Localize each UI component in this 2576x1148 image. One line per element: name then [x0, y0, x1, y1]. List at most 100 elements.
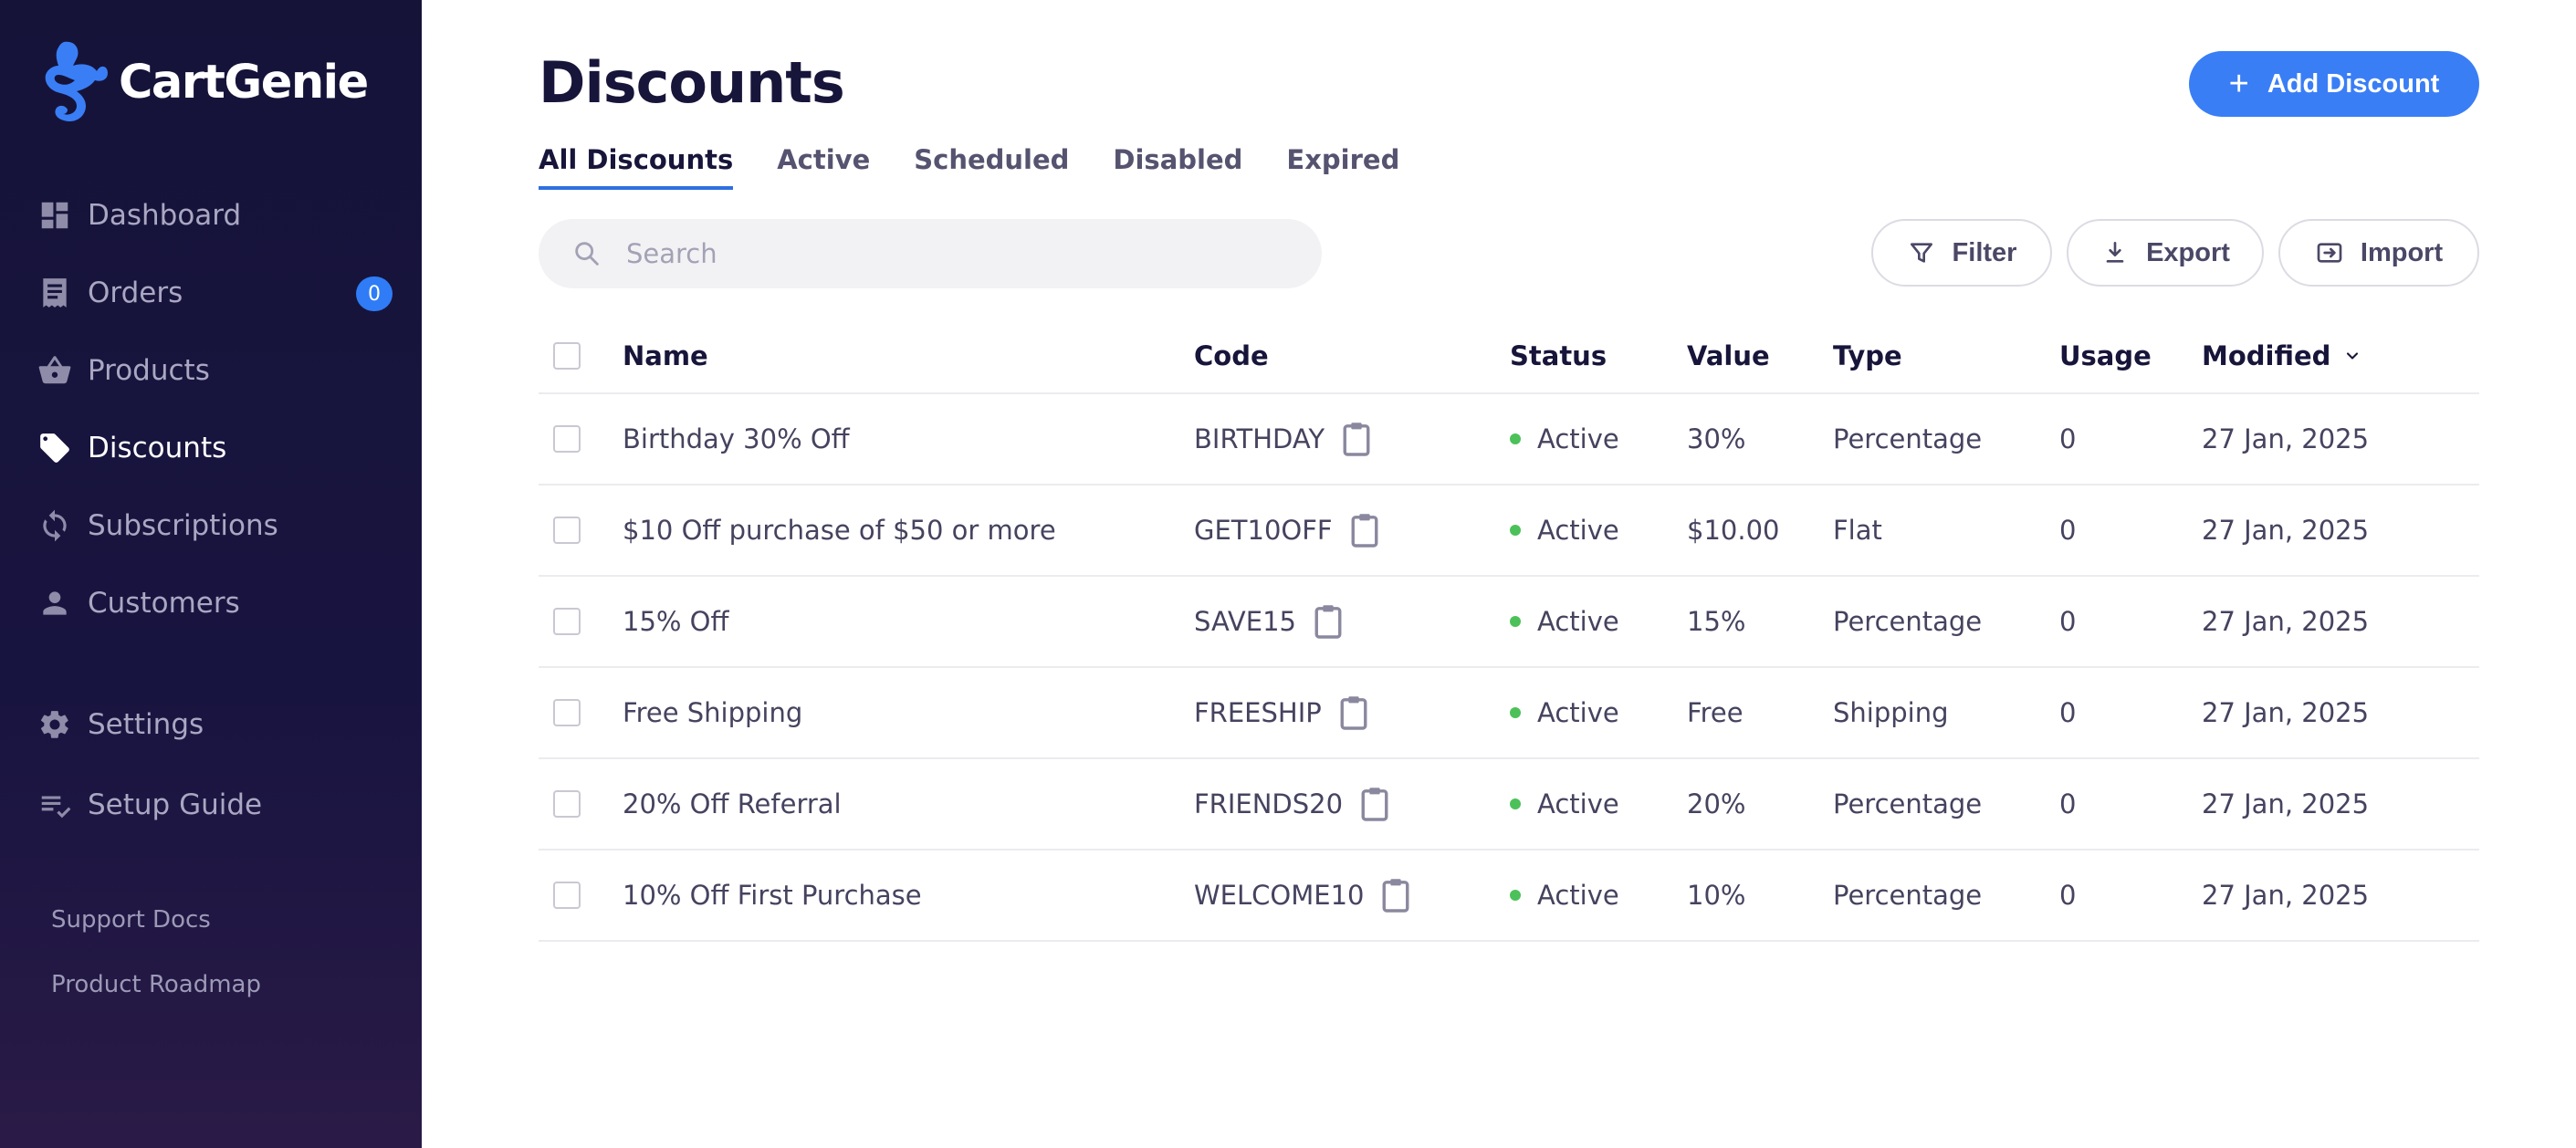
tab-active[interactable]: Active	[777, 144, 870, 190]
row-checkbox[interactable]	[553, 425, 581, 453]
discount-type: Percentage	[1833, 880, 1983, 911]
status-cell: Active	[1510, 394, 1619, 484]
search-input[interactable]	[626, 238, 1265, 269]
table-row[interactable]: 10% Off First Purchase WELCOME10 Active …	[539, 851, 2479, 942]
column-header-code[interactable]: Code	[1194, 319, 1269, 392]
discount-code: WELCOME10	[1194, 880, 1365, 911]
support-docs-link[interactable]: Support Docs	[51, 906, 211, 934]
table-row[interactable]: $10 Off purchase of $50 or more GET10OFF…	[539, 485, 2479, 577]
export-button[interactable]: Export	[2067, 219, 2264, 287]
column-header-usage[interactable]: Usage	[2059, 319, 2152, 392]
row-checkbox[interactable]	[553, 517, 581, 544]
discount-usage: 0	[2059, 788, 2077, 819]
discount-code: FRIENDS20	[1194, 788, 1344, 819]
logo[interactable]: CartGenie	[40, 38, 369, 126]
status-text: Active	[1537, 697, 1619, 728]
discount-type: Shipping	[1833, 697, 1949, 728]
discount-name[interactable]: 20% Off Referral	[623, 759, 842, 849]
sidebar-item-setup-guide[interactable]: Setup Guide	[37, 778, 402, 832]
sidebar-item-orders[interactable]: Orders 0	[37, 266, 402, 320]
tag-icon	[37, 430, 73, 466]
discount-code: BIRTHDAY	[1194, 423, 1325, 454]
table-row[interactable]: 15% Off SAVE15 Active 15% Percentage 0 2…	[539, 577, 2479, 668]
sidebar-item-subscriptions[interactable]: Subscriptions	[37, 498, 402, 553]
discount-modified: 27 Jan, 2025	[2202, 515, 2370, 546]
column-header-type[interactable]: Type	[1833, 319, 1902, 392]
status-cell: Active	[1510, 485, 1619, 575]
discount-name[interactable]: 10% Off First Purchase	[623, 851, 922, 940]
row-checkbox[interactable]	[553, 699, 581, 726]
discount-usage: 0	[2059, 697, 2077, 728]
page-title: Discounts	[539, 49, 845, 116]
sidebar-item-customers[interactable]: Customers	[37, 576, 402, 631]
discount-value: $10.00	[1687, 515, 1780, 546]
filter-button[interactable]: Filter	[1871, 219, 2052, 287]
discounts-table: Name Code Status Value Type Usage Modifi…	[539, 319, 2479, 942]
discount-usage: 0	[2059, 606, 2077, 637]
genie-logo-icon	[45, 41, 108, 122]
status-dot-icon	[1510, 433, 1521, 444]
plus-icon: +	[2228, 65, 2249, 103]
discount-code-cell: GET10OFF	[1194, 485, 1380, 575]
discount-usage: 0	[2059, 423, 2077, 454]
status-cell: Active	[1510, 668, 1619, 757]
sidebar-item-products[interactable]: Products	[37, 343, 402, 398]
tab-disabled[interactable]: Disabled	[1113, 144, 1242, 190]
discount-code-cell: SAVE15	[1194, 577, 1344, 666]
tab-all-discounts[interactable]: All Discounts	[539, 144, 734, 190]
discount-type: Percentage	[1833, 788, 1983, 819]
table-row[interactable]: Free Shipping FREESHIP Active Free Shipp…	[539, 668, 2479, 759]
status-text: Active	[1537, 423, 1619, 454]
discount-code-cell: FREESHIP	[1194, 668, 1369, 757]
discount-usage: 0	[2059, 515, 2077, 546]
checklist-icon	[37, 787, 73, 823]
tab-expired[interactable]: Expired	[1286, 144, 1399, 190]
import-icon	[2317, 243, 2342, 263]
discount-modified: 27 Jan, 2025	[2202, 423, 2370, 454]
column-header-value[interactable]: Value	[1687, 319, 1770, 392]
status-cell: Active	[1510, 759, 1619, 849]
discount-type: Percentage	[1833, 423, 1983, 454]
table-row[interactable]: 20% Off Referral FRIENDS20 Active 20% Pe…	[539, 759, 2479, 851]
copy-clipboard-icon[interactable]	[1359, 786, 1390, 822]
row-checkbox[interactable]	[553, 790, 581, 818]
discount-value: 10%	[1687, 880, 1746, 911]
discount-value: 20%	[1687, 788, 1746, 819]
discount-value: 15%	[1687, 606, 1746, 637]
sidebar-item-label: Products	[88, 354, 210, 387]
column-header-modified[interactable]: Modified	[2202, 319, 2361, 392]
column-header-status[interactable]: Status	[1510, 319, 1607, 392]
discount-name[interactable]: Birthday 30% Off	[623, 394, 850, 484]
row-checkbox[interactable]	[553, 608, 581, 635]
import-button[interactable]: Import	[2278, 219, 2479, 287]
chevron-down-icon	[2347, 352, 2359, 360]
discount-name[interactable]: 15% Off	[623, 577, 728, 666]
discount-name[interactable]: $10 Off purchase of $50 or more	[623, 485, 1056, 575]
copy-clipboard-icon[interactable]	[1349, 512, 1380, 548]
sidebar-item-settings[interactable]: Settings	[37, 697, 402, 752]
discount-code: FREESHIP	[1194, 697, 1322, 728]
add-discount-button[interactable]: + Add Discount	[2189, 51, 2479, 117]
discount-type: Flat	[1833, 515, 1882, 546]
search-box	[539, 219, 1322, 288]
row-checkbox[interactable]	[553, 882, 581, 909]
sidebar-item-label: Dashboard	[88, 199, 242, 232]
sidebar-item-dashboard[interactable]: Dashboard	[37, 188, 402, 243]
discount-name[interactable]: Free Shipping	[623, 668, 802, 757]
copy-clipboard-icon[interactable]	[1341, 421, 1372, 457]
copy-clipboard-icon[interactable]	[1313, 603, 1344, 640]
status-cell: Active	[1510, 851, 1619, 940]
sidebar-item-discounts[interactable]: Discounts	[37, 421, 402, 475]
status-dot-icon	[1510, 525, 1521, 536]
tab-scheduled[interactable]: Scheduled	[914, 144, 1069, 190]
discount-value: 30%	[1687, 423, 1746, 454]
discount-type: Percentage	[1833, 606, 1983, 637]
copy-clipboard-icon[interactable]	[1338, 694, 1369, 731]
copy-clipboard-icon[interactable]	[1380, 877, 1411, 913]
table-row[interactable]: Birthday 30% Off BIRTHDAY Active 30% Per…	[539, 394, 2479, 485]
product-roadmap-link[interactable]: Product Roadmap	[51, 971, 261, 998]
person-icon	[37, 585, 73, 621]
column-header-name[interactable]: Name	[623, 319, 708, 392]
select-all-checkbox[interactable]	[553, 342, 581, 370]
dashboard-icon	[37, 197, 73, 234]
